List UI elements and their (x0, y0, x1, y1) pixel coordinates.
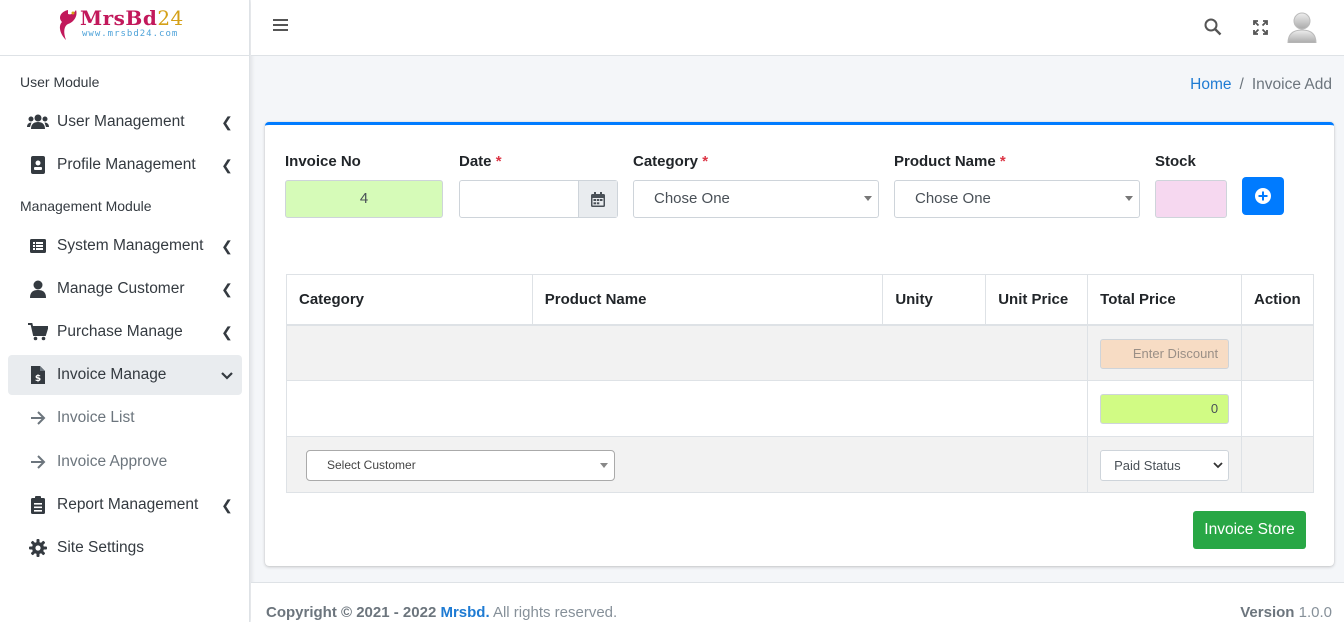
gear-icon (8, 539, 57, 557)
total-price-field[interactable]: 0 (1100, 394, 1230, 424)
footer: Copyright © 2021 - 2022 Mrsbd. All right… (251, 582, 1344, 622)
chevron-left-icon: ❮ (221, 323, 233, 340)
discount-row: Enter Discount (285, 324, 1315, 381)
plus-circle-icon (1255, 188, 1271, 204)
sidebar-item-label: Invoice Manage (57, 366, 167, 383)
column-header-product-name: Product Name (531, 274, 884, 326)
caret-down-icon (1125, 196, 1133, 201)
add-item-button[interactable] (1242, 177, 1284, 215)
svg-text:$: $ (34, 374, 40, 384)
invoice-icon: $ (8, 366, 57, 384)
invoice-no-field[interactable]: 4 (285, 180, 443, 218)
sidebar-item-invoice-list[interactable]: Invoice List (8, 398, 242, 438)
category-label: Category * (633, 153, 709, 170)
chevron-down-icon (212, 367, 242, 383)
users-icon (8, 114, 57, 130)
sidebar-item-label: Site Settings (57, 539, 145, 556)
nav-header-management-module: Management Module (20, 198, 152, 214)
calendar-icon[interactable] (578, 181, 617, 217)
footer-brand-link[interactable]: Mrsbd. (440, 604, 489, 621)
date-field[interactable] (459, 180, 618, 218)
customer-select[interactable]: Select Customer (306, 450, 615, 481)
cart-icon (8, 323, 57, 341)
id-badge-icon (8, 156, 57, 174)
top-navbar (251, 0, 1344, 56)
column-header-unit-price: Unit Price (985, 274, 1089, 326)
breadcrumb-current: Invoice Add (1251, 76, 1332, 93)
fullscreen-icon[interactable] (1253, 20, 1268, 39)
sidebar-item-manage-customer[interactable]: Manage Customer ❮ (8, 269, 242, 309)
user-icon (8, 280, 57, 298)
chevron-left-icon: ❮ (221, 280, 233, 297)
stock-label: Stock (1155, 153, 1196, 170)
column-header-total-price: Total Price (1087, 274, 1242, 326)
chevron-left-icon: ❮ (221, 113, 233, 130)
sidebar-item-label: Report Management (57, 496, 199, 513)
caret-down-icon (864, 196, 872, 201)
invoice-form-card: Invoice No 4 Date * Category * Chose One… (265, 122, 1334, 566)
invoice-items-table: Category Product Name Unity Unit Price T… (285, 274, 1315, 493)
paid-status-select[interactable]: Paid Status (1100, 450, 1230, 481)
chevron-down-icon (1213, 462, 1223, 469)
sidebar-item-system-management[interactable]: System Management ❮ (8, 226, 242, 266)
total-row: 0 (285, 380, 1315, 437)
arrow-right-icon (8, 411, 57, 425)
brand-logo[interactable]: MrsBd24 www.mrsbd24.com (0, 0, 249, 56)
customer-row: Select Customer Paid Status (285, 436, 1315, 493)
column-header-action: Action (1240, 274, 1315, 326)
sidebar-item-report-management[interactable]: Report Management ❮ (8, 485, 242, 525)
category-select[interactable]: Chose One (633, 180, 879, 218)
nav-header-user-module: User Module (20, 74, 100, 90)
sidebar-item-label: System Management (57, 237, 204, 254)
sidebar-item-invoice-manage[interactable]: $ Invoice Manage (8, 355, 242, 395)
footer-version: Version 1.0.0 (1240, 604, 1332, 621)
sidebar-item-label: Purchase Manage (57, 323, 183, 340)
sidebar-item-label: User Management (57, 113, 185, 130)
stock-field[interactable] (1155, 180, 1227, 218)
discount-input[interactable]: Enter Discount (1100, 338, 1230, 369)
arrow-right-icon (8, 455, 57, 469)
avatar[interactable] (1287, 11, 1317, 47)
sidebar-item-label: Invoice List (57, 409, 135, 426)
breadcrumb-home-link[interactable]: Home (1190, 76, 1231, 94)
invoice-no-label: Invoice No (285, 153, 361, 170)
search-icon[interactable] (1204, 18, 1222, 40)
list-alt-icon (8, 239, 57, 253)
chevron-left-icon: ❮ (221, 496, 233, 513)
sidebar-item-invoice-approve[interactable]: Invoice Approve (8, 442, 242, 482)
sidebar-item-label: Manage Customer (57, 280, 185, 297)
brand-url: www.mrsbd24.com (82, 29, 179, 39)
date-label: Date * (459, 153, 502, 170)
bird-logo-icon (59, 10, 77, 40)
product-select[interactable]: Chose One (894, 180, 1140, 218)
breadcrumb: Home / Invoice Add (1190, 76, 1332, 94)
chevron-left-icon: ❮ (221, 156, 233, 173)
product-name-label: Product Name * (894, 153, 1006, 170)
sidebar-item-purchase-manage[interactable]: Purchase Manage ❮ (8, 312, 242, 352)
footer-copyright: Copyright © 2021 - 2022 Mrsbd. All right… (266, 604, 618, 621)
sidebar-item-label: Profile Management (57, 156, 196, 173)
sidebar-item-label: Invoice Approve (57, 453, 168, 470)
breadcrumb-separator: / (1239, 76, 1244, 93)
chevron-left-icon: ❮ (221, 237, 233, 254)
sidebar-item-site-settings[interactable]: Site Settings (8, 528, 242, 568)
sidebar-item-user-management[interactable]: User Management ❮ (8, 102, 242, 142)
column-header-unity: Unity (882, 274, 987, 326)
invoice-store-button[interactable]: Invoice Store (1193, 511, 1306, 549)
brand-name: MrsBd24 (80, 6, 184, 30)
sidebar-item-profile-management[interactable]: Profile Management ❮ (8, 145, 242, 185)
sidebar: MrsBd24 www.mrsbd24.com User Module User… (0, 0, 250, 622)
clipboard-icon (8, 496, 57, 514)
column-header-category: Category (286, 274, 533, 326)
caret-down-icon (600, 463, 608, 468)
menu-toggle-icon[interactable] (273, 18, 289, 38)
